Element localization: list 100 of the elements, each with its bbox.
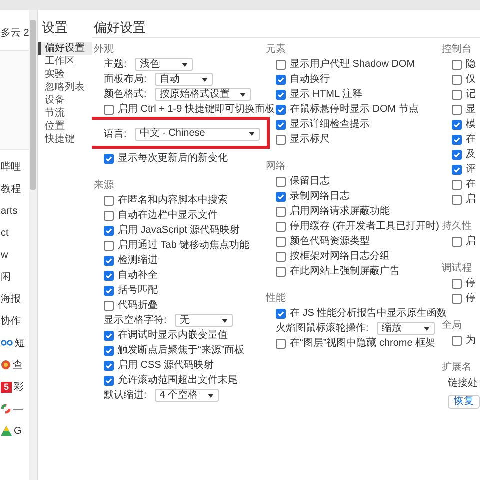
checkbox[interactable] bbox=[276, 90, 286, 100]
nav-item[interactable]: 设备 bbox=[38, 94, 92, 106]
nav-item[interactable]: 偏好设置 bbox=[38, 42, 92, 54]
checkbox-label: 在“图层”视图中隐藏 chrome 框架 bbox=[290, 336, 436, 351]
dropdown[interactable]: 中文 - Chinese bbox=[134, 128, 260, 140]
checkbox-label: 评 bbox=[466, 163, 476, 177]
checkbox[interactable] bbox=[104, 346, 114, 356]
nav-item[interactable]: 实验 bbox=[38, 68, 92, 80]
checkbox[interactable] bbox=[276, 206, 286, 216]
checkbox[interactable] bbox=[276, 338, 286, 348]
nav-item[interactable]: 忽略列表 bbox=[38, 80, 92, 94]
sidebar-item[interactable]: — bbox=[13, 402, 23, 416]
checkbox-label: 代码折叠 bbox=[118, 299, 158, 313]
checkbox-label: 在匿名和内容脚本中搜索 bbox=[118, 194, 228, 208]
checkbox[interactable] bbox=[104, 300, 114, 310]
field-label: 默认缩进: bbox=[104, 388, 147, 403]
caret-icon bbox=[248, 132, 255, 136]
checkbox[interactable] bbox=[104, 210, 114, 220]
dropdown[interactable]: 4 个空格 bbox=[154, 389, 220, 402]
checkbox[interactable] bbox=[104, 240, 114, 250]
checkbox[interactable] bbox=[104, 286, 114, 296]
sidebar-item[interactable]: 协作 bbox=[1, 314, 21, 328]
checkbox[interactable] bbox=[104, 226, 114, 236]
checkbox[interactable] bbox=[276, 192, 286, 202]
checkbox[interactable] bbox=[452, 90, 462, 100]
checkbox[interactable] bbox=[452, 60, 462, 70]
sidebar-item[interactable]: ct bbox=[1, 226, 9, 240]
sidebar-item[interactable]: 彩 bbox=[14, 380, 24, 394]
checkbox[interactable] bbox=[276, 176, 286, 186]
section-heading: 元素 bbox=[266, 42, 287, 57]
checkbox[interactable] bbox=[276, 266, 286, 276]
dropdown[interactable]: 按原始格式设置 bbox=[154, 88, 251, 101]
checkbox-label: 在鼠标悬停时显示 DOM 节点 bbox=[290, 102, 419, 117]
section-heading: 性能 bbox=[266, 292, 287, 306]
checkbox[interactable] bbox=[452, 120, 462, 130]
checkbox[interactable] bbox=[276, 252, 286, 262]
checkbox[interactable] bbox=[276, 308, 286, 318]
checkbox[interactable] bbox=[276, 134, 286, 144]
nav-item[interactable]: 快捷键 bbox=[38, 132, 92, 146]
checkbox-label: 显示 HTML 注释 bbox=[290, 88, 362, 102]
sidebar-item[interactable]: 教程 bbox=[1, 182, 21, 196]
checkbox[interactable] bbox=[276, 60, 286, 70]
section-heading: 控制台 bbox=[442, 42, 473, 57]
checkbox[interactable] bbox=[104, 376, 114, 386]
nav-item[interactable]: 位置 bbox=[38, 120, 92, 132]
sidebar-item[interactable]: G bbox=[14, 424, 22, 438]
sidebar-item[interactable]: 闲 bbox=[1, 270, 11, 284]
checkbox[interactable] bbox=[276, 120, 286, 130]
scrollbar[interactable] bbox=[29, 10, 37, 480]
checkbox[interactable] bbox=[452, 74, 462, 84]
sidebar-item[interactable]: 多云 2 bbox=[1, 26, 30, 40]
sidebar-item[interactable]: 短 bbox=[15, 336, 25, 350]
caret-icon bbox=[240, 92, 246, 96]
checkbox[interactable] bbox=[452, 104, 462, 114]
checkbox[interactable] bbox=[452, 180, 462, 190]
sidebar-item[interactable]: 查 bbox=[13, 358, 23, 372]
checkbox[interactable] bbox=[104, 196, 114, 206]
checkbox[interactable] bbox=[104, 104, 114, 114]
sidebar-item[interactable]: w bbox=[1, 248, 8, 262]
dropdown[interactable]: 自动 bbox=[154, 73, 213, 86]
checkbox-label: 在 bbox=[466, 178, 476, 192]
sidebar-item[interactable]: 哔哩 bbox=[1, 160, 21, 174]
checkbox[interactable] bbox=[276, 236, 286, 246]
checkbox-label: 显示每次更新后的新变化 bbox=[118, 152, 228, 166]
checkbox-label: 在此网站上强制屏蔽广告 bbox=[290, 264, 400, 279]
nav-item[interactable]: 工作区 bbox=[38, 54, 92, 68]
caret-icon bbox=[202, 78, 208, 82]
checkbox[interactable] bbox=[104, 330, 114, 340]
section-heading: 网络 bbox=[266, 160, 287, 174]
checkbox[interactable] bbox=[452, 194, 462, 204]
caret-icon bbox=[222, 318, 228, 322]
checkbox[interactable] bbox=[452, 294, 462, 304]
checkbox[interactable] bbox=[452, 236, 462, 246]
sidebar-item[interactable]: arts bbox=[1, 204, 18, 218]
field-label: 显示空格字符: bbox=[104, 314, 167, 328]
checkbox-label: 保留日志 bbox=[290, 174, 330, 189]
checkbox[interactable] bbox=[276, 74, 286, 84]
checkbox[interactable] bbox=[452, 134, 462, 144]
checkbox-label: 启用网络请求屏蔽功能 bbox=[290, 204, 390, 219]
checkbox[interactable] bbox=[104, 360, 114, 370]
checkbox-label: 在调试时显示内嵌变量值 bbox=[118, 328, 228, 343]
dropdown[interactable]: 缩放 bbox=[376, 322, 435, 335]
checkbox[interactable] bbox=[276, 222, 286, 232]
checkbox[interactable] bbox=[452, 278, 462, 288]
checkbox[interactable] bbox=[276, 104, 286, 114]
dropdown[interactable]: 浅色 bbox=[134, 58, 193, 71]
checkbox[interactable] bbox=[104, 256, 114, 266]
checkbox-label: 启 bbox=[466, 192, 476, 207]
checkbox-label: 在 JS 性能分析报告中显示原生函数 bbox=[290, 306, 448, 320]
nav-item[interactable]: 节流 bbox=[38, 106, 92, 120]
checkbox[interactable] bbox=[104, 270, 114, 280]
section-heading: 扩展名 bbox=[442, 360, 473, 375]
sidebar-item[interactable]: 海报 bbox=[1, 292, 21, 306]
checkbox[interactable] bbox=[452, 164, 462, 174]
checkbox[interactable] bbox=[452, 150, 462, 160]
dropdown[interactable]: 无 bbox=[174, 314, 233, 327]
checkbox-label: 允许滚动范围超出文件末尾 bbox=[118, 374, 238, 388]
checkbox[interactable] bbox=[452, 336, 462, 346]
checkbox[interactable] bbox=[104, 154, 114, 164]
restore-button[interactable]: 恢复 bbox=[448, 395, 480, 409]
